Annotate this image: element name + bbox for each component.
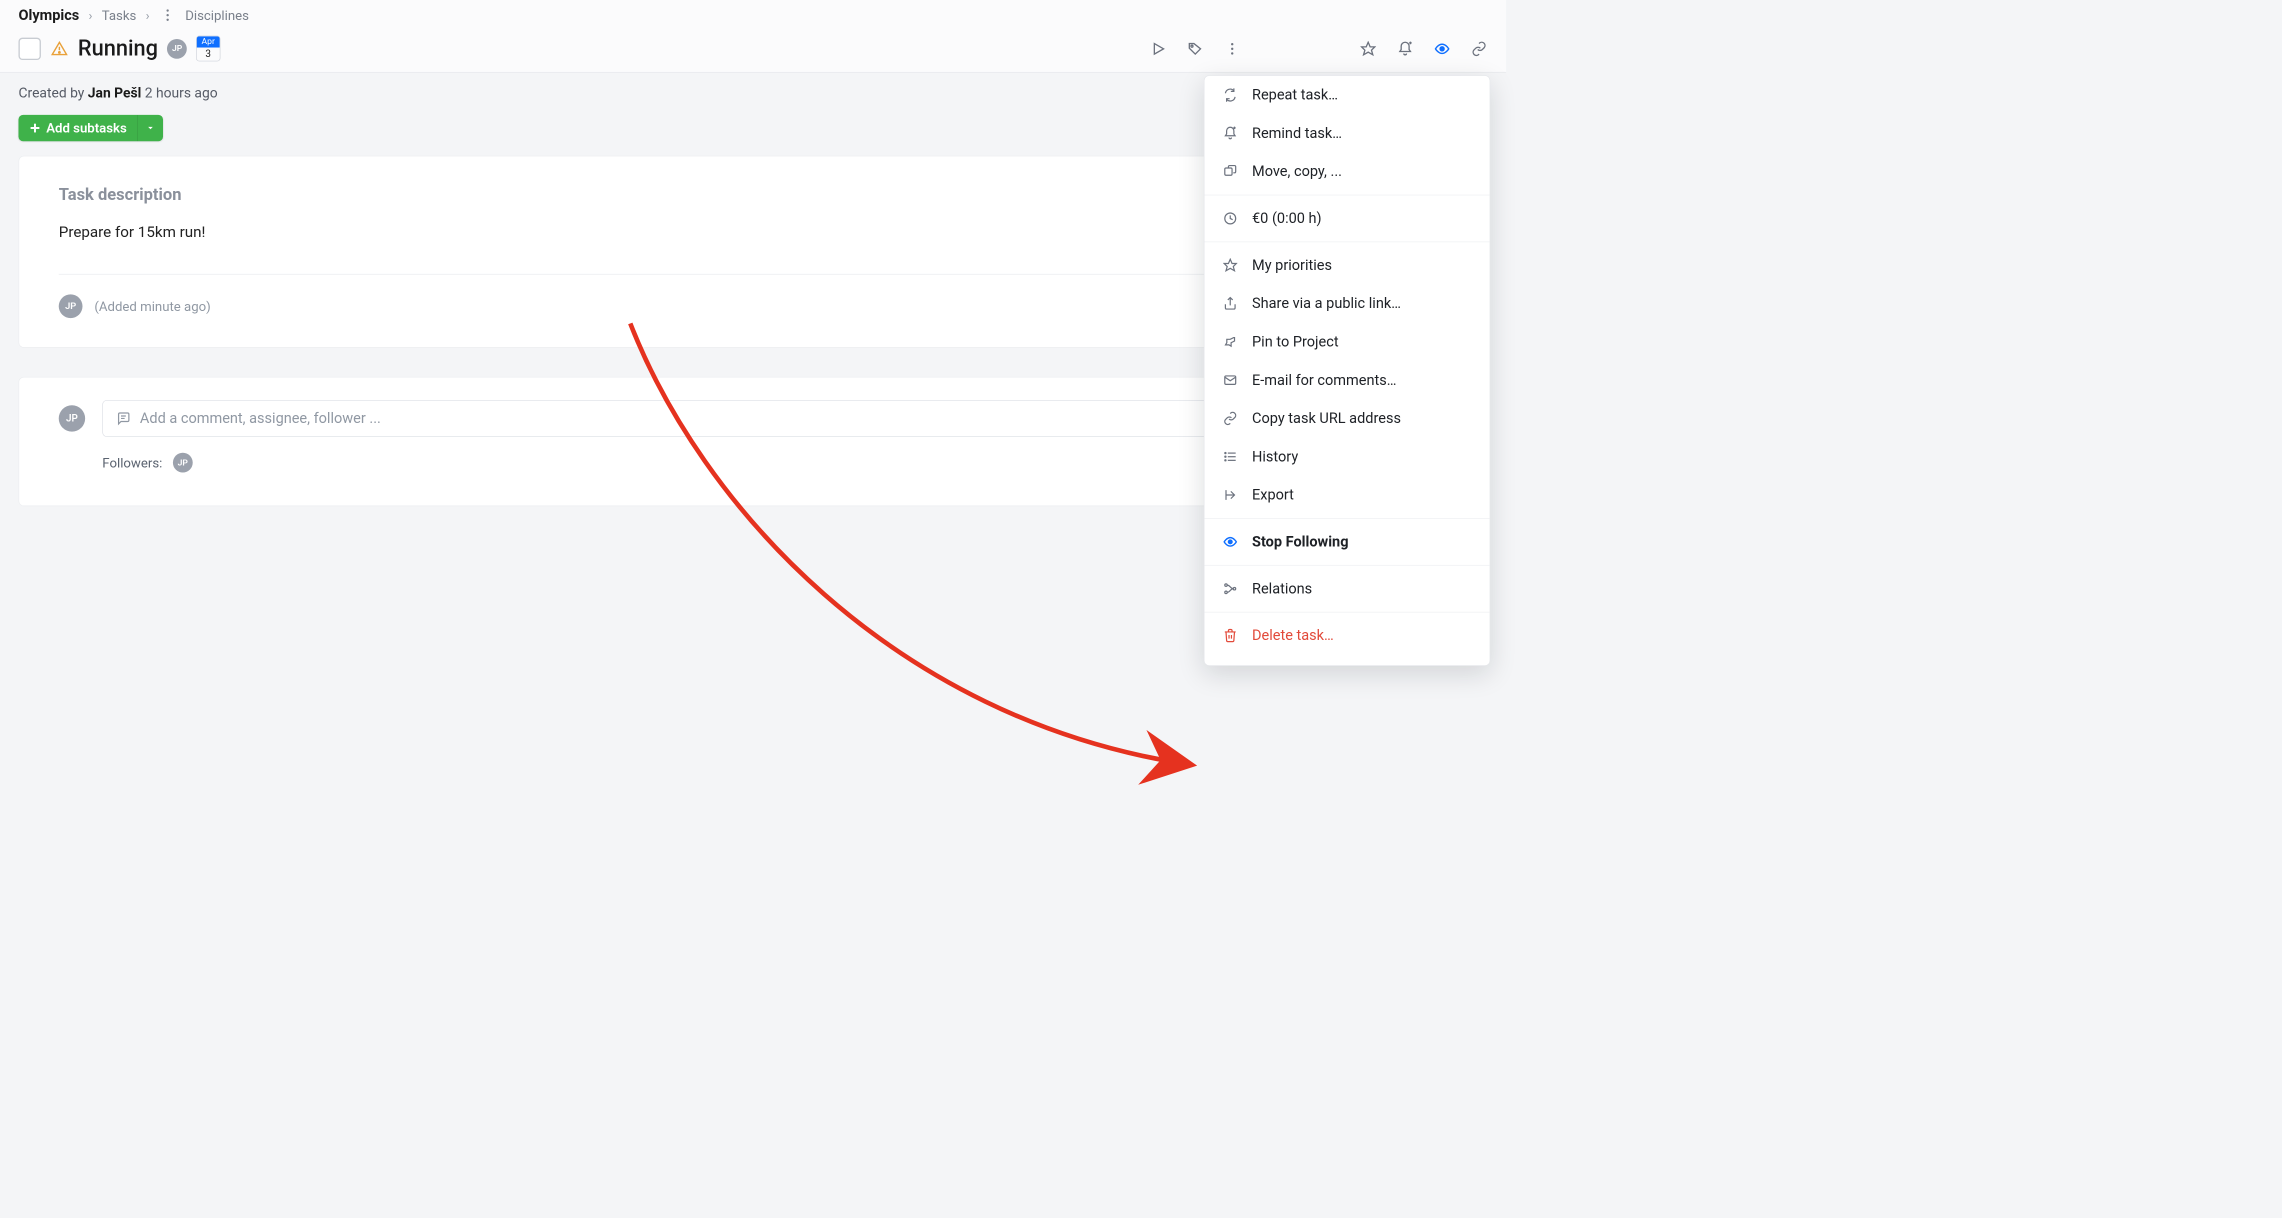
more-menu-icon[interactable]: [1224, 40, 1241, 57]
menu-separator: [1205, 242, 1490, 243]
star-icon[interactable]: [1360, 40, 1377, 57]
menu-label: Delete task…: [1252, 627, 1334, 644]
menu-label: Export: [1252, 487, 1294, 504]
chevron-right-icon: ›: [146, 7, 150, 23]
trash-icon: [1222, 627, 1239, 644]
star-icon: [1222, 257, 1239, 274]
plus-icon: [29, 122, 41, 134]
bell-icon: [1222, 125, 1239, 142]
menu-label: Pin to Project: [1252, 334, 1339, 351]
menu-label: €0 (0:00 h): [1252, 210, 1322, 227]
follower-avatar[interactable]: JP: [173, 453, 193, 473]
task-title-row: Running JP Apr 3: [18, 36, 1487, 62]
link-icon[interactable]: [1470, 40, 1487, 57]
bell-plus-icon[interactable]: [1397, 40, 1414, 57]
share-icon: [1222, 295, 1239, 312]
menu-delete[interactable]: Delete task…: [1205, 616, 1490, 654]
followers-label: Followers:: [102, 455, 162, 471]
warning-icon: [50, 39, 68, 57]
add-subtasks-dropdown[interactable]: [138, 115, 163, 141]
menu-label: Relations: [1252, 580, 1312, 597]
add-subtasks-button[interactable]: Add subtasks: [18, 115, 163, 141]
due-day: 3: [197, 48, 220, 61]
created-author: Jan Pešl: [88, 86, 141, 102]
menu-export[interactable]: Export: [1205, 476, 1490, 514]
menu-label: Share via a public link…: [1252, 295, 1401, 312]
caret-down-icon: [146, 123, 155, 132]
menu-label: My priorities: [1252, 257, 1332, 274]
more-vertical-icon[interactable]: [159, 7, 176, 24]
assignee-avatar[interactable]: JP: [167, 39, 187, 59]
menu-label: Stop Following: [1252, 534, 1348, 551]
current-user-avatar[interactable]: JP: [59, 405, 85, 431]
comment-placeholder: Add a comment, assignee, follower ...: [140, 410, 381, 427]
relations-icon: [1222, 580, 1239, 597]
menu-separator: [1205, 612, 1490, 613]
menu-remind-task[interactable]: Remind task…: [1205, 114, 1490, 152]
menu-relations[interactable]: Relations: [1205, 570, 1490, 608]
menu-stop-following[interactable]: Stop Following: [1205, 523, 1490, 561]
menu-pin[interactable]: Pin to Project: [1205, 323, 1490, 361]
menu-priorities[interactable]: My priorities: [1205, 246, 1490, 284]
menu-label: Copy task URL address: [1252, 410, 1401, 427]
created-ago: 2 hours ago: [141, 86, 217, 102]
menu-label: Remind task…: [1252, 125, 1342, 142]
mail-icon: [1222, 372, 1239, 389]
breadcrumb: Olympics › Tasks › Disciplines: [18, 7, 1487, 24]
menu-cost[interactable]: €0 (0:00 h): [1205, 199, 1490, 237]
play-icon[interactable]: [1150, 40, 1167, 57]
speech-bubble-icon: [116, 411, 131, 426]
menu-label: History: [1252, 448, 1298, 465]
revision-avatar[interactable]: JP: [59, 294, 83, 318]
menu-share[interactable]: Share via a public link…: [1205, 284, 1490, 322]
due-date-chip[interactable]: Apr 3: [196, 36, 220, 62]
menu-email[interactable]: E-mail for comments…: [1205, 361, 1490, 399]
tag-icon[interactable]: [1187, 40, 1204, 57]
eye-icon: [1222, 533, 1239, 550]
menu-history[interactable]: History: [1205, 438, 1490, 476]
task-context-menu: Repeat task… Remind task… Move, copy, ..…: [1204, 75, 1490, 666]
move-icon: [1222, 163, 1239, 180]
link-icon: [1222, 410, 1239, 427]
eye-icon[interactable]: [1434, 40, 1451, 57]
menu-copy-url[interactable]: Copy task URL address: [1205, 399, 1490, 437]
repeat-icon: [1222, 86, 1239, 103]
menu-label: E-mail for comments…: [1252, 372, 1396, 389]
task-title[interactable]: Running: [78, 36, 158, 62]
menu-move-copy[interactable]: Move, copy, ...: [1205, 152, 1490, 190]
task-complete-checkbox[interactable]: [18, 37, 40, 59]
created-prefix: Created by: [18, 86, 87, 102]
add-subtasks-label: Add subtasks: [46, 120, 127, 136]
revision-text: (Added minute ago): [94, 298, 210, 314]
breadcrumb-disciplines[interactable]: Disciplines: [185, 7, 249, 23]
toolbar-right: [1150, 40, 1488, 57]
menu-separator: [1205, 565, 1490, 566]
menu-label: Move, copy, ...: [1252, 163, 1342, 180]
menu-separator: [1205, 518, 1490, 519]
list-icon: [1222, 448, 1239, 465]
menu-label: Repeat task…: [1252, 87, 1338, 104]
menu-repeat-task[interactable]: Repeat task…: [1205, 76, 1490, 114]
pin-icon: [1222, 333, 1239, 350]
menu-separator: [1205, 195, 1490, 196]
topbar: Olympics › Tasks › Disciplines Running J…: [0, 0, 1506, 72]
export-icon: [1222, 486, 1239, 503]
due-month: Apr: [197, 36, 220, 47]
breadcrumb-tasks[interactable]: Tasks: [102, 7, 137, 23]
breadcrumb-root[interactable]: Olympics: [18, 7, 79, 24]
clock-icon: [1222, 210, 1239, 227]
chevron-right-icon: ›: [89, 7, 93, 23]
